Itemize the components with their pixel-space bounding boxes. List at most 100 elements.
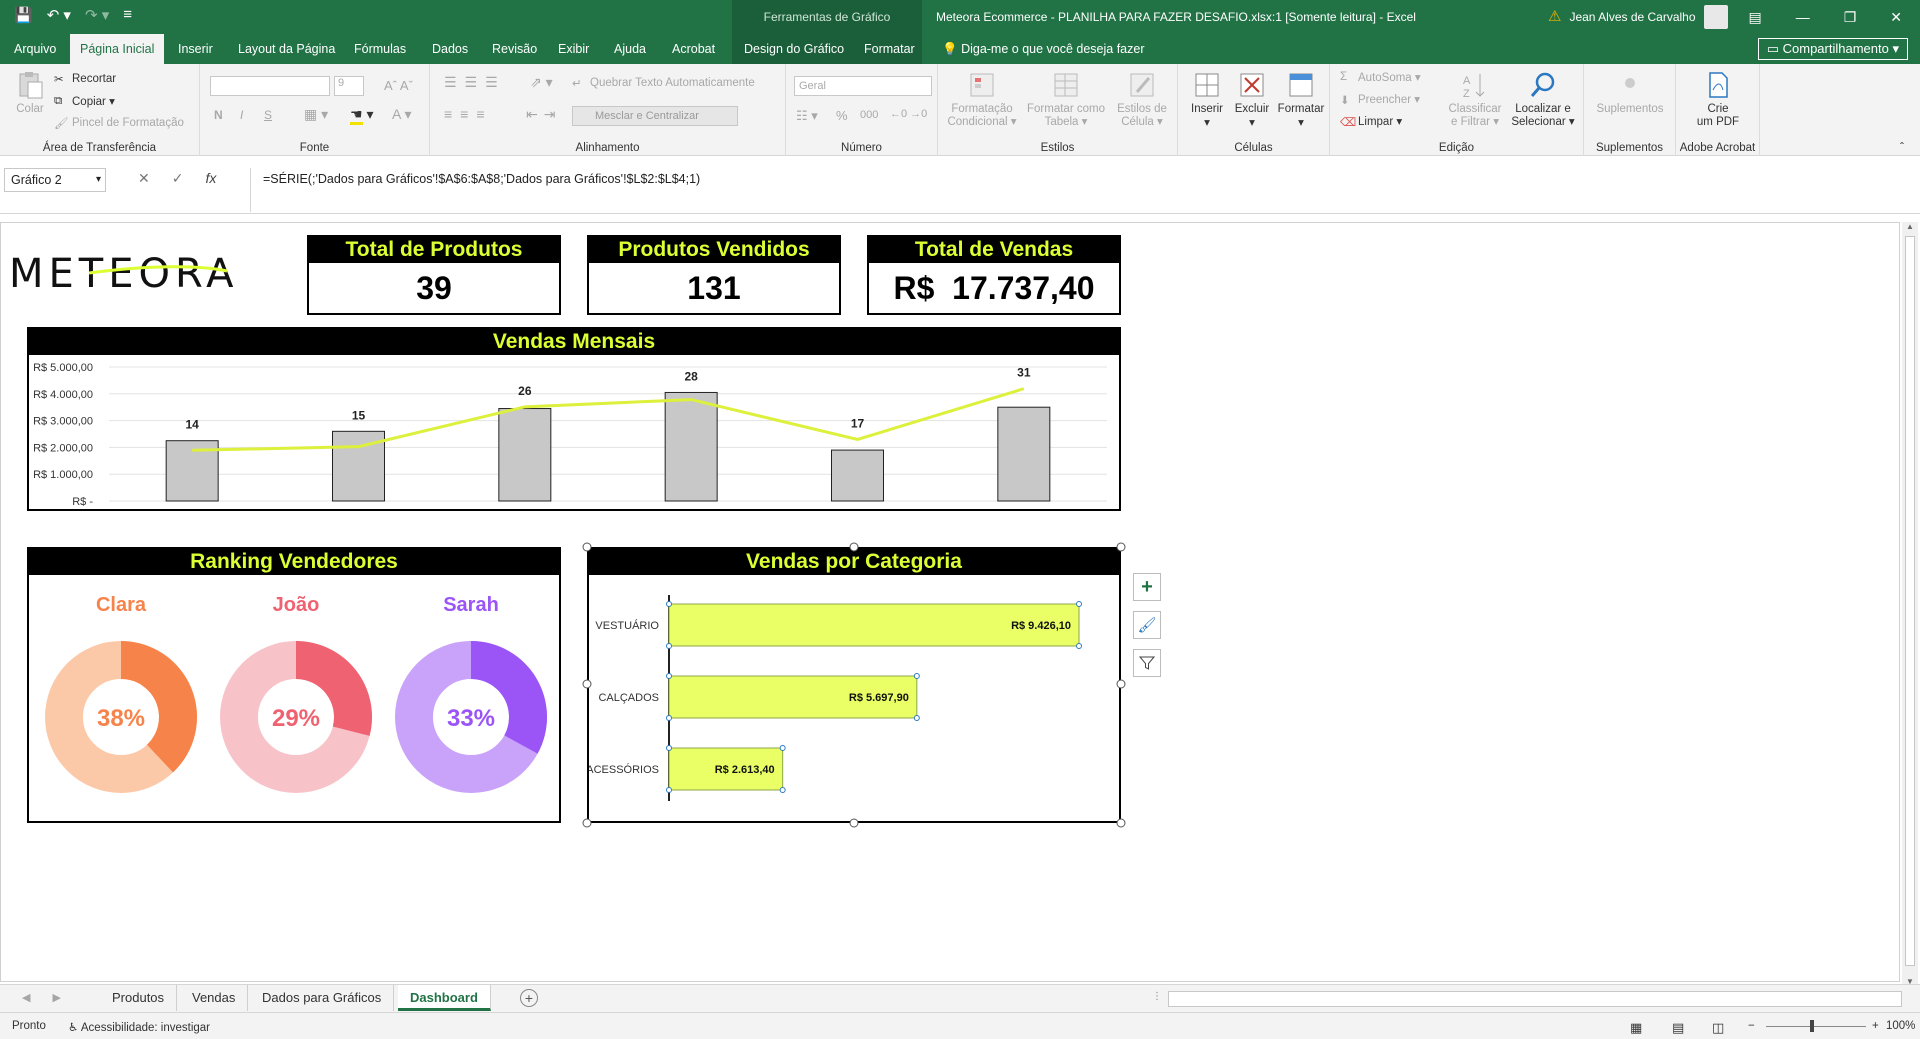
sheet-tab-dashboard[interactable]: Dashboard: [398, 985, 491, 1011]
copy-button[interactable]: ⧉ Copiar ▾: [54, 94, 115, 109]
bold-button[interactable]: N: [214, 108, 223, 122]
formula-input[interactable]: =SÉRIE(;'Dados para Gráficos'!$A$6:$A$8;…: [250, 168, 1908, 212]
zoom-level[interactable]: 100%: [1886, 1020, 1915, 1032]
redo-icon[interactable]: ↷ ▾: [85, 6, 109, 24]
thousands-button[interactable]: 000: [860, 109, 878, 121]
ready-status: Pronto: [12, 1020, 46, 1032]
ranking-panel[interactable]: Ranking Vendedores Clara 38% João 29% Sarah 3…: [27, 547, 561, 823]
worksheet-area[interactable]: METEORA Total de Produtos 39 Produtos Ve…: [0, 222, 1900, 982]
borders-icon[interactable]: ▦ ▾: [304, 106, 328, 123]
tab-insert[interactable]: Inserir: [168, 34, 223, 64]
tab-acrobat[interactable]: Acrobat: [662, 34, 725, 64]
avatar[interactable]: [1703, 5, 1728, 29]
format-painter-button[interactable]: 🖌 Pincel de Formatação: [54, 116, 184, 130]
tell-me-box[interactable]: 💡 Diga-me o que você deseja fazer: [942, 34, 1145, 64]
create-pdf-button[interactable]: Crie um PDF: [1684, 70, 1752, 129]
tab-review[interactable]: Revisão: [482, 34, 547, 64]
prev-sheet-icon[interactable]: ◀: [22, 991, 30, 1004]
zoom-slider[interactable]: [1766, 1026, 1866, 1027]
cut-button[interactable]: ✂ Recortar: [54, 72, 116, 86]
find-select-button[interactable]: Localizar e Selecionar ▾: [1508, 70, 1578, 129]
horizontal-scrollbar[interactable]: [1168, 991, 1902, 1007]
tab-format[interactable]: Formatar: [854, 34, 925, 64]
share-button[interactable]: ▭ Compartilhamento ▾: [1757, 38, 1908, 60]
accessibility-status[interactable]: ♿ Acessibilidade: investigar: [68, 1020, 210, 1034]
user-account[interactable]: ⚠ Jean Alves de Carvalho: [1548, 0, 1728, 34]
tab-split-icon[interactable]: ⋮: [1152, 991, 1162, 1002]
font-name-combo[interactable]: [210, 76, 330, 96]
name-box[interactable]: Gráfico 2 ▾: [4, 168, 106, 192]
decimal-icons[interactable]: ←0 →0: [890, 108, 927, 120]
save-icon[interactable]: 💾: [14, 6, 33, 24]
sheet-tab-produtos[interactable]: Produtos: [100, 985, 178, 1011]
tab-file[interactable]: Arquivo: [4, 34, 66, 64]
insert-cells-button[interactable]: Inserir ▾: [1186, 70, 1228, 129]
orientation-icon[interactable]: ⇗ ▾: [530, 74, 553, 91]
merge-center-button[interactable]: Mesclar e Centralizar: [572, 106, 738, 126]
ribbon-display-icon[interactable]: ▤: [1748, 9, 1761, 26]
number-format-combo[interactable]: Geral: [794, 76, 932, 96]
share-label: Compartilhamento: [1782, 41, 1889, 56]
close-icon[interactable]: ✕: [1890, 9, 1902, 26]
tab-formulas[interactable]: Fórmulas: [344, 34, 416, 64]
normal-view-icon[interactable]: ▦: [1630, 1020, 1642, 1036]
cancel-icon[interactable]: ✕: [138, 170, 150, 187]
sheet-tab-vendas[interactable]: Vendas: [180, 985, 249, 1011]
tab-data[interactable]: Dados: [422, 34, 478, 64]
category-sales-chart[interactable]: Vendas por Categoria VESTUÁRIO R$ 9.426,1…: [587, 547, 1121, 823]
wrap-text-button[interactable]: ↵ Quebrar Texto Automaticamente: [572, 76, 755, 90]
monthly-sales-chart[interactable]: Vendas Mensais R$ - R$ 1.000,00 R$ 2.000,0…: [27, 327, 1121, 511]
customize-qat-icon[interactable]: ≡: [123, 6, 132, 24]
tab-chart-design[interactable]: Design do Gráfico: [734, 34, 854, 64]
tab-help[interactable]: Ajuda: [604, 34, 656, 64]
sheet-tab-dados-graficos[interactable]: Dados para Gráficos: [250, 985, 395, 1011]
currency-icon[interactable]: ☷ ▾: [796, 108, 818, 124]
autosum-button[interactable]: Σ AutoSoma ▾: [1340, 70, 1421, 85]
zoom-out-icon[interactable]: −: [1748, 1020, 1755, 1032]
underline-button[interactable]: S: [264, 108, 272, 122]
page-break-view-icon[interactable]: ◫: [1712, 1020, 1724, 1036]
vertical-scrollbar[interactable]: ▲ ▼: [1902, 222, 1918, 986]
zoom-slider-thumb[interactable]: [1810, 1020, 1814, 1032]
italic-button[interactable]: I: [240, 108, 243, 122]
collapse-ribbon-icon[interactable]: ˆ: [1900, 140, 1904, 154]
chevron-down-icon[interactable]: ▾: [96, 169, 101, 191]
chart-styles-button[interactable]: 🖌: [1133, 611, 1161, 639]
undo-icon[interactable]: ↶ ▾: [47, 6, 71, 24]
font-grow-icon[interactable]: Aˆ Aˇ: [384, 78, 413, 93]
chart-elements-button[interactable]: +: [1133, 573, 1161, 601]
fill-button[interactable]: ⬇ Preencher ▾: [1340, 92, 1420, 107]
minimize-icon[interactable]: —: [1796, 9, 1810, 25]
font-group-label: Fonte: [299, 142, 330, 154]
zoom-in-icon[interactable]: +: [1872, 1020, 1879, 1032]
format-as-table-button[interactable]: Formatar como Tabela ▾: [1024, 70, 1108, 129]
scroll-up-icon[interactable]: ▲: [1906, 222, 1914, 231]
lightbulb-icon: 💡: [942, 42, 958, 56]
scroll-thumb[interactable]: [1905, 236, 1915, 966]
tab-view[interactable]: Exibir: [548, 34, 599, 64]
restore-icon[interactable]: ❐: [1844, 9, 1857, 26]
page-layout-view-icon[interactable]: ▤: [1672, 1020, 1684, 1036]
fill-color-icon[interactable]: ☚ ▾: [350, 106, 373, 125]
font-size-combo[interactable]: 9: [334, 76, 364, 96]
fx-icon[interactable]: fx: [205, 170, 216, 187]
chart-filters-button[interactable]: [1133, 649, 1161, 677]
sort-filter-button[interactable]: AZ Classificar e Filtrar ▾: [1446, 70, 1504, 129]
addins-button[interactable]: Suplementos: [1592, 70, 1668, 115]
horizontal-align-icons[interactable]: ≡≡≡: [444, 106, 493, 122]
indent-icons[interactable]: ⇤⇥: [526, 106, 561, 123]
delete-cells-button[interactable]: Excluir ▾: [1230, 70, 1274, 129]
format-cells-button[interactable]: Formatar ▾: [1276, 70, 1326, 129]
clear-button[interactable]: ⌫ Limpar ▾: [1340, 114, 1402, 129]
next-sheet-icon[interactable]: ▶: [52, 991, 60, 1004]
paste-button[interactable]: Colar: [10, 70, 50, 115]
tab-page-layout[interactable]: Layout da Página: [228, 34, 345, 64]
cell-styles-button[interactable]: Estilos de Célula ▾: [1112, 70, 1172, 129]
tab-home[interactable]: Página Inicial: [70, 34, 165, 64]
percent-button[interactable]: %: [836, 108, 848, 123]
font-color-icon[interactable]: A ▾: [392, 106, 411, 123]
vertical-align-icons[interactable]: ☰☰☰: [444, 74, 506, 91]
add-sheet-button[interactable]: +: [520, 989, 538, 1007]
conditional-format-button[interactable]: Formatação Condicional ▾: [946, 70, 1018, 129]
enter-icon[interactable]: ✓: [172, 170, 184, 187]
